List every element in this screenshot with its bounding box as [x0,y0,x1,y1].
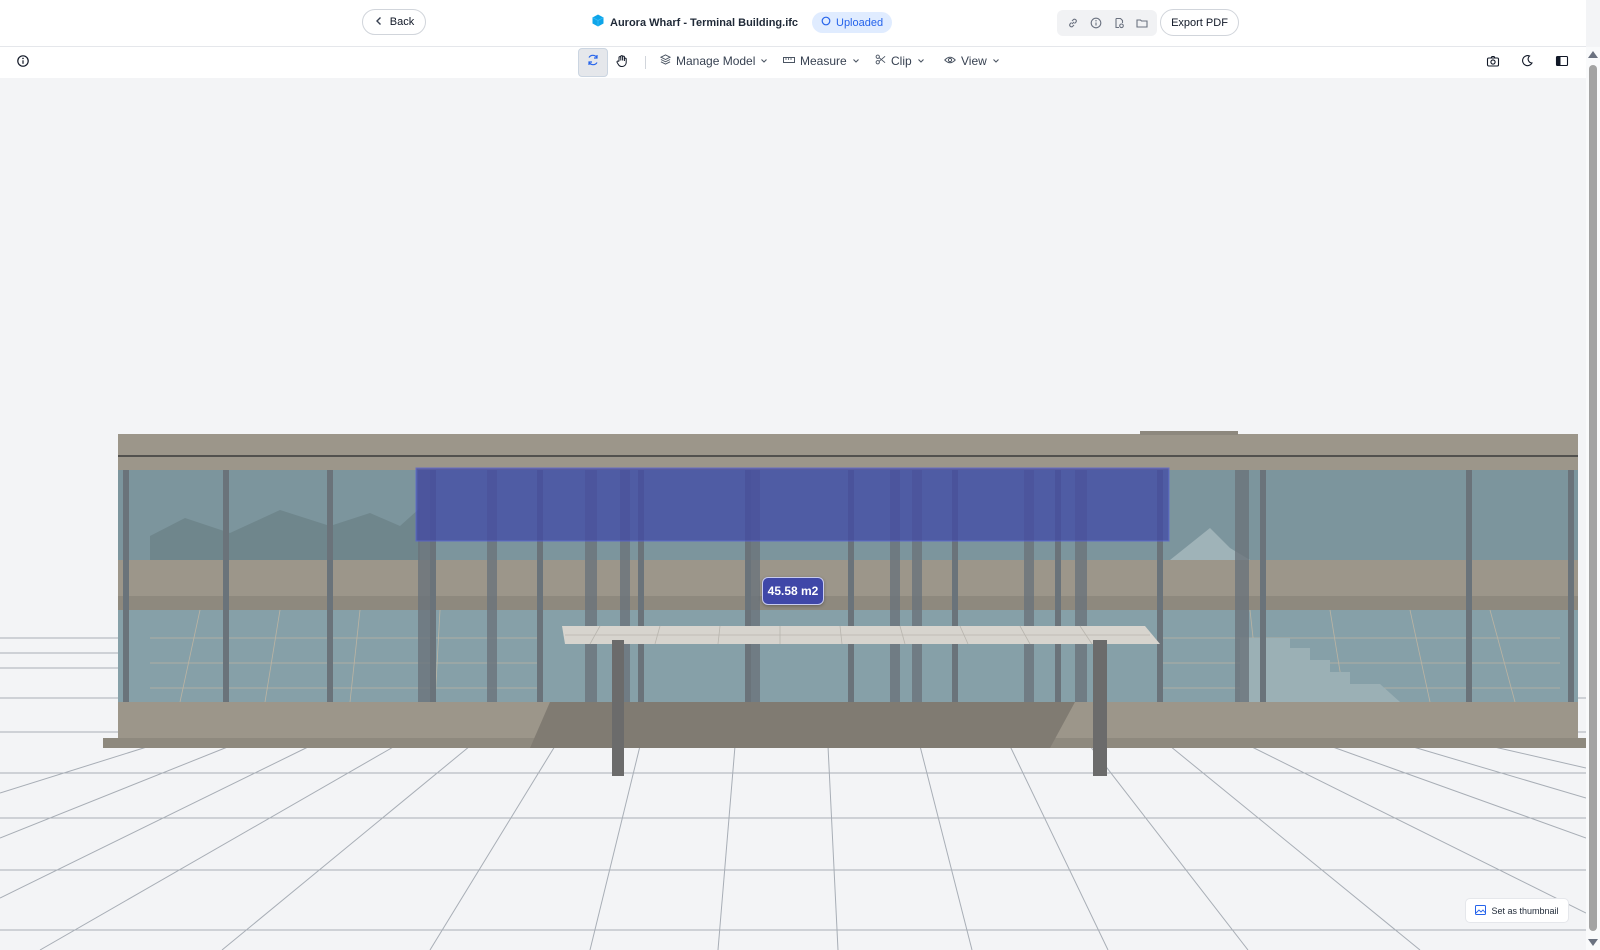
manage-model-label: Manage Model [676,54,756,68]
orbit-button[interactable] [578,48,608,77]
status-label: Uploaded [836,16,884,29]
layers-icon [659,54,672,68]
ruler-icon [783,54,795,68]
info-icon[interactable] [16,54,30,73]
building-model [103,431,1586,776]
moon-icon[interactable] [1520,54,1534,73]
view-label: View [961,54,987,68]
link-icon[interactable] [1064,14,1082,32]
export-pdf-button[interactable]: Export PDF [1160,9,1239,36]
measure-menu[interactable]: Measure [783,54,860,68]
set-thumbnail-label: Set as thumbnail [1491,905,1559,916]
file-title-group: Aurora Wharf - Terminal Building.ifc [592,14,798,32]
camera-icon[interactable] [1486,54,1500,73]
manage-model-menu[interactable]: Manage Model [659,54,768,68]
scroll-up-arrow[interactable] [1588,51,1598,58]
file-edit-icon[interactable] [1110,14,1128,32]
clip-label: Clip [891,54,912,68]
back-button[interactable]: Back [362,9,426,35]
vertical-scrollbar[interactable] [1586,47,1600,950]
clip-menu[interactable]: Clip [875,54,925,68]
status-circle-icon [821,16,831,29]
file-title: Aurora Wharf - Terminal Building.ifc [610,17,799,29]
scrollbar-thumb[interactable] [1589,65,1597,931]
chevron-down-icon [760,54,768,68]
header-icon-group [1057,10,1157,36]
model-viewport[interactable]: 45.58 m2 Set as thumbnail [0,78,1586,950]
image-icon [1475,904,1487,917]
model-cube-icon [592,14,604,32]
view-menu[interactable]: View [944,54,1000,68]
chevron-left-icon [374,16,384,29]
area-measurement-label[interactable]: 45.58 m2 [762,577,824,605]
back-label: Back [389,16,415,28]
building-3d-scene [0,78,1586,950]
measure-label: Measure [800,54,847,68]
top-bar: Back Aurora Wharf - Terminal Building.if… [0,0,1586,47]
panel-icon[interactable] [1555,54,1569,73]
eye-icon [944,54,956,68]
chevron-down-icon [852,54,860,68]
toolbar-divider [645,56,646,69]
viewer-toolbar: Manage Model Measure Clip View [0,47,1586,79]
set-thumbnail-button[interactable]: Set as thumbnail [1465,898,1569,923]
folder-icon[interactable] [1133,14,1151,32]
chevron-down-icon [992,54,1000,68]
scissors-icon [875,54,886,68]
export-pdf-label: Export PDF [1171,16,1228,29]
refresh-orbit-icon [586,53,600,72]
chevron-down-icon [917,54,925,68]
info-icon[interactable] [1087,14,1105,32]
scroll-down-arrow[interactable] [1588,939,1598,946]
status-badge: Uploaded [812,12,893,33]
hand-pan-icon[interactable] [615,54,629,73]
